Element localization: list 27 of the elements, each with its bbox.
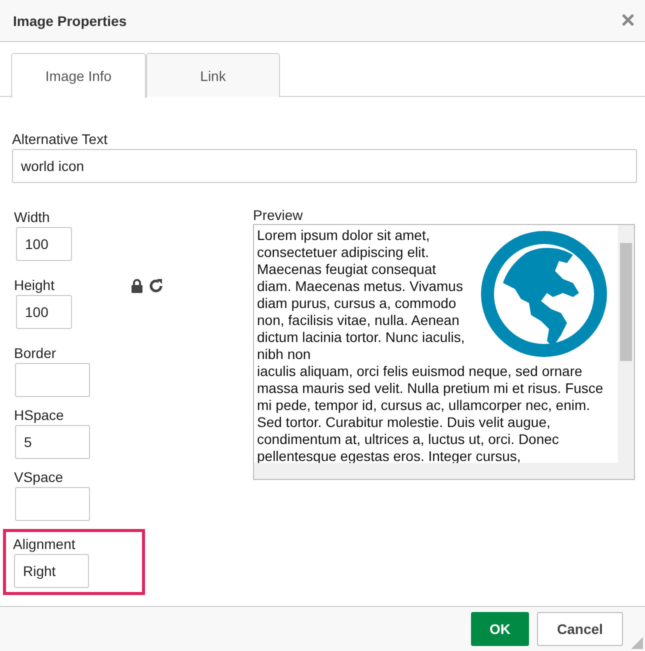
globe-icon <box>481 231 607 357</box>
input-field[interactable]: 5 <box>15 425 90 459</box>
cancel-button[interactable]: Cancel <box>537 612 623 646</box>
field-label: Alternative Text <box>12 131 108 148</box>
input-field[interactable]: Right <box>14 554 89 588</box>
field-label: VSpace <box>14 469 64 486</box>
input-field[interactable]: world icon <box>12 149 637 183</box>
lock-icon[interactable] <box>130 278 144 293</box>
input-field[interactable] <box>15 487 90 521</box>
scrollbar[interactable] <box>254 463 634 479</box>
reset-icon[interactable] <box>149 278 163 293</box>
input-field[interactable]: 100 <box>16 295 72 329</box>
preview-text: iaculis aliquam, orci felis euismod neque, sed ornare massa mauris sed velit. Nulla pretium mi et risus. Fusce mi pede, tempor id, cursus ac, ullamcorper nec, enim. Sed tortor. Curabitur molestie. Duis velit augue, condimentum at, ultrices a, luctus ut, orci. Donec pellentesque egestas eros. Integer cursus, <box>257 363 604 465</box>
input-field[interactable] <box>15 363 90 397</box>
ok-button[interactable]: OK <box>471 612 529 646</box>
scrollbar[interactable] <box>618 225 634 463</box>
field-label: Height <box>14 277 56 294</box>
field-label: Alignment <box>13 536 76 553</box>
field-label: Preview <box>253 207 304 224</box>
tab[interactable]: Link <box>146 53 280 97</box>
input-field[interactable]: 100 <box>16 227 72 261</box>
dialog-title: Image Properties <box>13 12 127 28</box>
field-label: Border <box>14 345 58 362</box>
resize-grip-icon[interactable] <box>631 637 643 649</box>
tab[interactable]: Image Info <box>11 53 146 98</box>
field-label: HSpace <box>14 407 65 424</box>
field-label: Width <box>14 209 51 226</box>
